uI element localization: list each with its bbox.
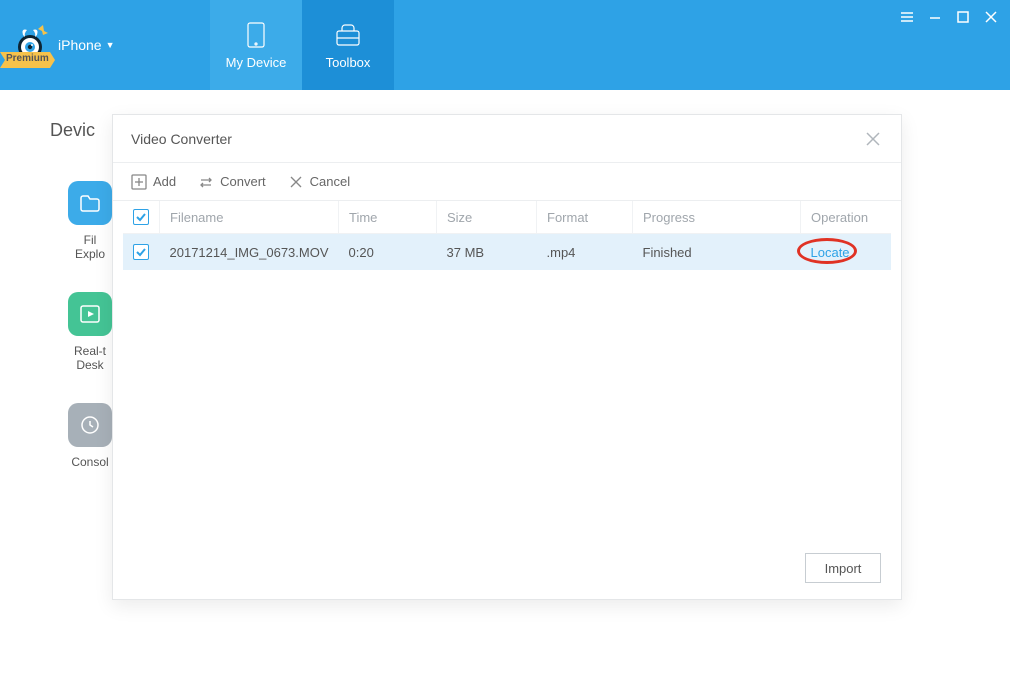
modal-toolbar: Add Convert Cancel <box>113 163 901 201</box>
close-icon <box>863 129 883 149</box>
menu-button[interactable] <box>894 6 920 28</box>
col-size[interactable]: Size <box>437 201 537 234</box>
col-progress[interactable]: Progress <box>633 201 801 234</box>
convert-button[interactable]: Convert <box>198 174 266 190</box>
table-row[interactable]: 20171214_IMG_0673.MOV 0:20 37 MB .mp4 Fi… <box>123 234 891 271</box>
col-time[interactable]: Time <box>339 201 437 234</box>
add-label: Add <box>153 174 176 189</box>
add-button[interactable]: Add <box>131 174 176 190</box>
locate-link[interactable]: Locate <box>811 245 850 260</box>
import-button[interactable]: Import <box>805 553 881 583</box>
sidebar-label: Consol <box>71 455 108 469</box>
cell-size: 37 MB <box>437 234 537 271</box>
premium-badge: Premium <box>6 53 49 64</box>
close-icon <box>984 10 998 24</box>
check-icon <box>136 212 146 222</box>
window-controls <box>894 6 1004 28</box>
col-checkbox <box>123 201 160 234</box>
file-table: Filename Time Size Format Progress Opera… <box>123 201 891 270</box>
tab-label: My Device <box>226 55 287 70</box>
modal-close-button[interactable] <box>863 129 883 149</box>
sidebar-label: FilExplo <box>75 233 105 262</box>
cell-time: 0:20 <box>339 234 437 271</box>
logo-area: Premium iPhone ▼ <box>0 0 210 90</box>
modal-title: Video Converter <box>131 131 232 147</box>
nav-tabs: My Device Toolbox <box>210 0 394 90</box>
check-icon <box>136 247 146 257</box>
modal-header: Video Converter <box>113 115 901 163</box>
clock-icon <box>68 403 112 447</box>
play-icon <box>68 292 112 336</box>
tab-label: Toolbox <box>326 55 371 70</box>
folder-icon <box>68 181 112 225</box>
device-label: iPhone <box>58 37 102 53</box>
row-checkbox-cell <box>123 234 160 271</box>
tab-toolbox[interactable]: Toolbox <box>302 0 394 90</box>
caret-down-icon: ▼ <box>106 40 115 50</box>
swap-icon <box>198 174 214 190</box>
col-format[interactable]: Format <box>537 201 633 234</box>
col-filename[interactable]: Filename <box>160 201 339 234</box>
convert-label: Convert <box>220 174 266 189</box>
minimize-button[interactable] <box>922 6 948 28</box>
toolbox-icon <box>331 21 365 49</box>
tablet-icon <box>239 21 273 49</box>
video-converter-modal: Video Converter Add Convert Cancel <box>112 114 902 600</box>
cell-filename: 20171214_IMG_0673.MOV <box>160 234 339 271</box>
sidebar-label: Real-tDesk <box>74 344 106 373</box>
cell-progress: Finished <box>633 234 801 271</box>
device-selector[interactable]: iPhone ▼ <box>58 37 115 53</box>
minimize-icon <box>928 10 942 24</box>
maximize-button[interactable] <box>950 6 976 28</box>
modal-footer: Import <box>805 553 881 583</box>
table-header-row: Filename Time Size Format Progress Opera… <box>123 201 891 234</box>
app-header: Premium iPhone ▼ My Device Toolbox <box>0 0 1010 90</box>
cancel-button[interactable]: Cancel <box>288 174 350 190</box>
select-all-checkbox[interactable] <box>133 209 149 225</box>
x-icon <box>288 174 304 190</box>
row-checkbox[interactable] <box>133 244 149 260</box>
plus-icon <box>131 174 147 190</box>
menu-icon <box>900 10 914 24</box>
locate-label: Locate <box>811 245 850 260</box>
col-operation[interactable]: Operation <box>801 201 892 234</box>
tab-my-device[interactable]: My Device <box>210 0 302 90</box>
maximize-icon <box>956 10 970 24</box>
cell-operation: Locate <box>801 234 892 271</box>
close-button[interactable] <box>978 6 1004 28</box>
cancel-label: Cancel <box>310 174 350 189</box>
cell-format: .mp4 <box>537 234 633 271</box>
